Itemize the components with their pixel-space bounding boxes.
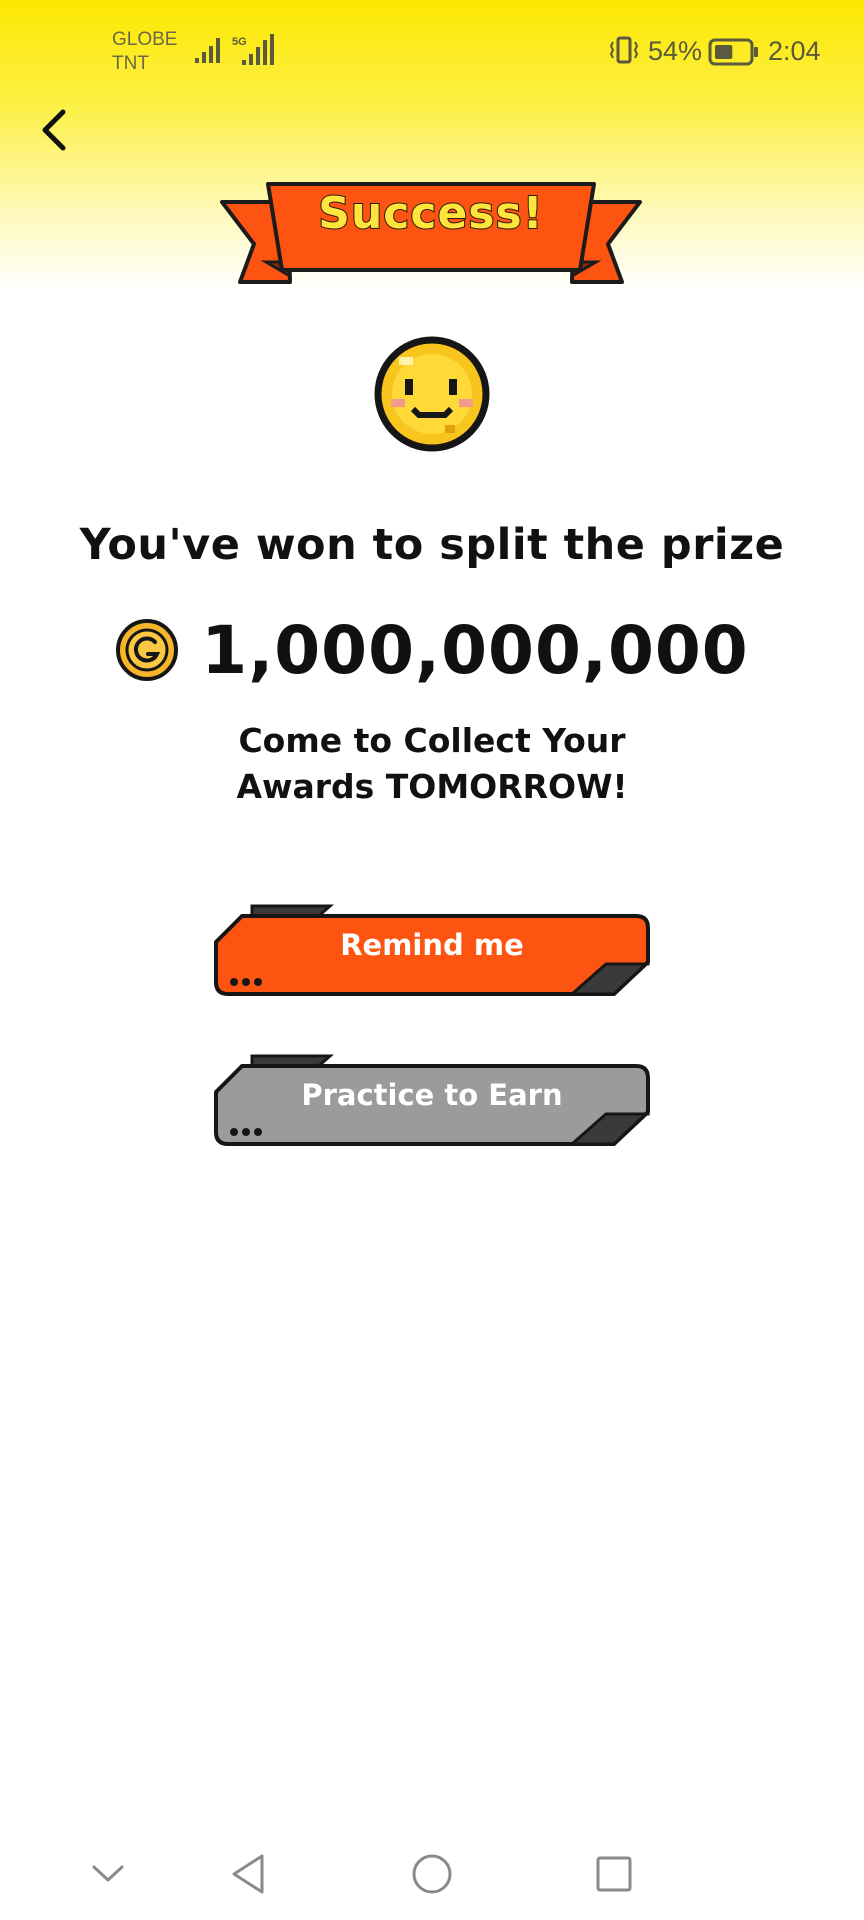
- back-triangle-icon: [232, 1854, 264, 1894]
- nav-home-button[interactable]: [402, 1844, 462, 1904]
- status-bar: GLOBE TNT 5G 54% 2:04: [0, 0, 864, 90]
- prize-amount: 1,000,000,000: [201, 611, 749, 689]
- collect-message-line-1: Come to Collect Your: [238, 721, 626, 760]
- prize-row: 1,000,000,000: [0, 600, 864, 700]
- prize-headline: You've won to split the prize: [79, 520, 785, 570]
- battery-icon: [708, 38, 758, 66]
- status-time: 2:04: [768, 36, 821, 66]
- remind-me-label: Remind me: [340, 928, 524, 962]
- carrier-name-globe: GLOBE: [112, 29, 178, 50]
- pixel-smiley-icon: [374, 336, 490, 452]
- nav-recent-button[interactable]: [584, 1844, 644, 1904]
- banner-title: Success!: [317, 187, 544, 240]
- practice-to-earn-button[interactable]: Practice to Earn: [212, 1052, 652, 1148]
- collect-message-line-2: Awards TOMORROW!: [236, 767, 628, 806]
- collect-message: Come to Collect Your Awards TOMORROW!: [0, 718, 864, 810]
- success-banner: Success!: [218, 178, 644, 290]
- chevron-down-icon: [92, 1865, 124, 1882]
- coin-g-icon: [116, 619, 179, 681]
- remind-me-button[interactable]: Remind me: [212, 902, 652, 998]
- vibrate-icon: [609, 36, 639, 64]
- success-screen: GLOBE TNT 5G 54% 2:04 Success! You've wo…: [0, 0, 864, 1920]
- nav-back-button[interactable]: [218, 1844, 278, 1904]
- system-nav-bar: [0, 1820, 864, 1920]
- signal-strength-5g-icon: [242, 34, 274, 65]
- back-button[interactable]: [32, 100, 76, 160]
- home-circle-icon: [412, 1854, 452, 1894]
- carrier-name-tnt: TNT: [112, 53, 149, 74]
- nav-hide-button[interactable]: [78, 1844, 138, 1904]
- chevron-left-icon: [42, 109, 66, 151]
- battery-percent: 54%: [648, 36, 703, 66]
- recent-square-icon: [596, 1856, 632, 1892]
- signal-strength-icon: [195, 38, 220, 63]
- carrier-label: GLOBE TNT: [112, 28, 177, 76]
- practice-to-earn-label: Practice to Earn: [301, 1078, 563, 1112]
